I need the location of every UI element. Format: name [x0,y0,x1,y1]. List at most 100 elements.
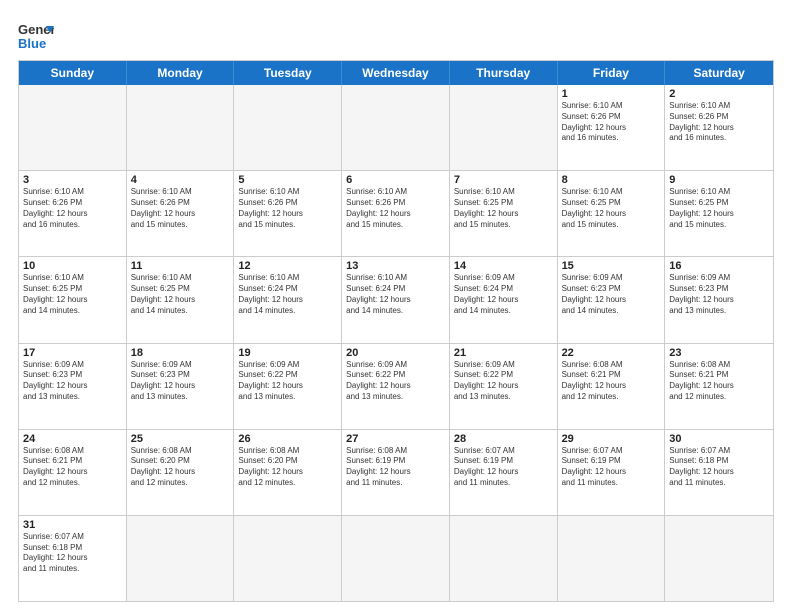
sun-info: Sunrise: 6:09 AM Sunset: 6:24 PM Dayligh… [454,273,553,316]
calendar-header: SundayMondayTuesdayWednesdayThursdayFrid… [19,61,773,85]
day-cell-12: 12Sunrise: 6:10 AM Sunset: 6:24 PM Dayli… [234,257,342,342]
day-cell-10: 10Sunrise: 6:10 AM Sunset: 6:25 PM Dayli… [19,257,127,342]
day-cell-2: 2Sunrise: 6:10 AM Sunset: 6:26 PM Daylig… [665,85,773,170]
day-cell-26: 26Sunrise: 6:08 AM Sunset: 6:20 PM Dayli… [234,430,342,515]
sun-info: Sunrise: 6:09 AM Sunset: 6:23 PM Dayligh… [669,273,769,316]
sun-info: Sunrise: 6:10 AM Sunset: 6:26 PM Dayligh… [669,101,769,144]
sun-info: Sunrise: 6:09 AM Sunset: 6:22 PM Dayligh… [454,360,553,403]
empty-cell [234,85,342,170]
sun-info: Sunrise: 6:08 AM Sunset: 6:21 PM Dayligh… [562,360,661,403]
sun-info: Sunrise: 6:07 AM Sunset: 6:19 PM Dayligh… [562,446,661,489]
sun-info: Sunrise: 6:08 AM Sunset: 6:21 PM Dayligh… [669,360,769,403]
day-cell-20: 20Sunrise: 6:09 AM Sunset: 6:22 PM Dayli… [342,344,450,429]
sun-info: Sunrise: 6:09 AM Sunset: 6:23 PM Dayligh… [562,273,661,316]
sun-info: Sunrise: 6:09 AM Sunset: 6:22 PM Dayligh… [346,360,445,403]
day-cell-27: 27Sunrise: 6:08 AM Sunset: 6:19 PM Dayli… [342,430,450,515]
weekday-header-tuesday: Tuesday [234,61,342,85]
sun-info: Sunrise: 6:08 AM Sunset: 6:19 PM Dayligh… [346,446,445,489]
calendar-week-2: 10Sunrise: 6:10 AM Sunset: 6:25 PM Dayli… [19,257,773,343]
day-number: 14 [454,260,553,272]
day-cell-28: 28Sunrise: 6:07 AM Sunset: 6:19 PM Dayli… [450,430,558,515]
sun-info: Sunrise: 6:10 AM Sunset: 6:25 PM Dayligh… [23,273,122,316]
empty-cell [342,516,450,601]
day-cell-22: 22Sunrise: 6:08 AM Sunset: 6:21 PM Dayli… [558,344,666,429]
day-cell-18: 18Sunrise: 6:09 AM Sunset: 6:23 PM Dayli… [127,344,235,429]
day-number: 15 [562,260,661,272]
day-cell-1: 1Sunrise: 6:10 AM Sunset: 6:26 PM Daylig… [558,85,666,170]
day-number: 21 [454,347,553,359]
weekday-header-friday: Friday [558,61,666,85]
logo: General Blue [18,18,54,54]
day-cell-6: 6Sunrise: 6:10 AM Sunset: 6:26 PM Daylig… [342,171,450,256]
sun-info: Sunrise: 6:10 AM Sunset: 6:26 PM Dayligh… [346,187,445,230]
day-cell-11: 11Sunrise: 6:10 AM Sunset: 6:25 PM Dayli… [127,257,235,342]
sun-info: Sunrise: 6:10 AM Sunset: 6:24 PM Dayligh… [238,273,337,316]
day-number: 20 [346,347,445,359]
day-cell-14: 14Sunrise: 6:09 AM Sunset: 6:24 PM Dayli… [450,257,558,342]
sun-info: Sunrise: 6:10 AM Sunset: 6:25 PM Dayligh… [454,187,553,230]
empty-cell [450,516,558,601]
day-cell-8: 8Sunrise: 6:10 AM Sunset: 6:25 PM Daylig… [558,171,666,256]
weekday-header-saturday: Saturday [665,61,773,85]
day-number: 11 [131,260,230,272]
sun-info: Sunrise: 6:08 AM Sunset: 6:20 PM Dayligh… [238,446,337,489]
day-cell-17: 17Sunrise: 6:09 AM Sunset: 6:23 PM Dayli… [19,344,127,429]
day-number: 13 [346,260,445,272]
weekday-header-sunday: Sunday [19,61,127,85]
svg-text:Blue: Blue [18,36,46,51]
day-number: 27 [346,433,445,445]
day-cell-31: 31Sunrise: 6:07 AM Sunset: 6:18 PM Dayli… [19,516,127,601]
calendar-body: 1Sunrise: 6:10 AM Sunset: 6:26 PM Daylig… [19,85,773,601]
calendar: SundayMondayTuesdayWednesdayThursdayFrid… [18,60,774,602]
day-number: 19 [238,347,337,359]
sun-info: Sunrise: 6:07 AM Sunset: 6:19 PM Dayligh… [454,446,553,489]
day-cell-3: 3Sunrise: 6:10 AM Sunset: 6:26 PM Daylig… [19,171,127,256]
day-number: 5 [238,174,337,186]
page-header: General Blue [18,18,774,54]
empty-cell [665,516,773,601]
day-cell-13: 13Sunrise: 6:10 AM Sunset: 6:24 PM Dayli… [342,257,450,342]
day-number: 30 [669,433,769,445]
sun-info: Sunrise: 6:10 AM Sunset: 6:25 PM Dayligh… [562,187,661,230]
day-cell-30: 30Sunrise: 6:07 AM Sunset: 6:18 PM Dayli… [665,430,773,515]
day-number: 6 [346,174,445,186]
day-number: 16 [669,260,769,272]
day-cell-15: 15Sunrise: 6:09 AM Sunset: 6:23 PM Dayli… [558,257,666,342]
weekday-header-thursday: Thursday [450,61,558,85]
sun-info: Sunrise: 6:10 AM Sunset: 6:26 PM Dayligh… [238,187,337,230]
weekday-header-monday: Monday [127,61,235,85]
day-number: 2 [669,88,769,100]
day-cell-25: 25Sunrise: 6:08 AM Sunset: 6:20 PM Dayli… [127,430,235,515]
day-number: 12 [238,260,337,272]
empty-cell [558,516,666,601]
day-cell-19: 19Sunrise: 6:09 AM Sunset: 6:22 PM Dayli… [234,344,342,429]
day-number: 7 [454,174,553,186]
sun-info: Sunrise: 6:08 AM Sunset: 6:21 PM Dayligh… [23,446,122,489]
empty-cell [127,85,235,170]
day-number: 17 [23,347,122,359]
sun-info: Sunrise: 6:10 AM Sunset: 6:25 PM Dayligh… [669,187,769,230]
day-cell-4: 4Sunrise: 6:10 AM Sunset: 6:26 PM Daylig… [127,171,235,256]
calendar-week-5: 31Sunrise: 6:07 AM Sunset: 6:18 PM Dayli… [19,516,773,601]
day-number: 9 [669,174,769,186]
day-number: 26 [238,433,337,445]
sun-info: Sunrise: 6:10 AM Sunset: 6:26 PM Dayligh… [131,187,230,230]
empty-cell [234,516,342,601]
day-number: 23 [669,347,769,359]
sun-info: Sunrise: 6:07 AM Sunset: 6:18 PM Dayligh… [23,532,122,575]
empty-cell [342,85,450,170]
sun-info: Sunrise: 6:10 AM Sunset: 6:25 PM Dayligh… [131,273,230,316]
sun-info: Sunrise: 6:10 AM Sunset: 6:24 PM Dayligh… [346,273,445,316]
day-number: 4 [131,174,230,186]
calendar-week-3: 17Sunrise: 6:09 AM Sunset: 6:23 PM Dayli… [19,344,773,430]
empty-cell [450,85,558,170]
calendar-week-1: 3Sunrise: 6:10 AM Sunset: 6:26 PM Daylig… [19,171,773,257]
sun-info: Sunrise: 6:09 AM Sunset: 6:23 PM Dayligh… [131,360,230,403]
sun-info: Sunrise: 6:09 AM Sunset: 6:23 PM Dayligh… [23,360,122,403]
day-cell-16: 16Sunrise: 6:09 AM Sunset: 6:23 PM Dayli… [665,257,773,342]
day-cell-9: 9Sunrise: 6:10 AM Sunset: 6:25 PM Daylig… [665,171,773,256]
day-cell-21: 21Sunrise: 6:09 AM Sunset: 6:22 PM Dayli… [450,344,558,429]
day-number: 18 [131,347,230,359]
day-cell-5: 5Sunrise: 6:10 AM Sunset: 6:26 PM Daylig… [234,171,342,256]
day-number: 25 [131,433,230,445]
